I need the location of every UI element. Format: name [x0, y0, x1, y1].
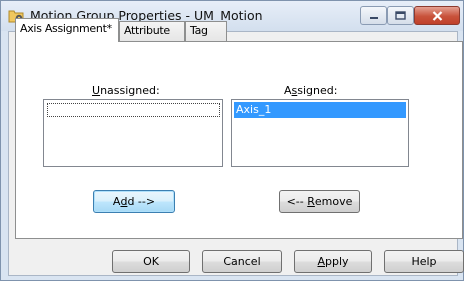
dialog-window: Motion Group Properties - UM_Motion Axis… [0, 0, 464, 281]
add-button[interactable]: Add --> [93, 190, 175, 213]
ok-button[interactable]: OK [112, 250, 190, 273]
unassigned-list[interactable] [43, 99, 223, 167]
list-item[interactable]: Axis_1 [234, 102, 406, 118]
tab-axis-assignment[interactable]: Axis Assignment* [15, 18, 119, 42]
close-button[interactable] [414, 6, 460, 25]
assigned-label: Assigned: [284, 84, 338, 97]
tab-tag[interactable]: Tag [185, 21, 227, 41]
cancel-button[interactable]: Cancel [202, 250, 282, 273]
minimize-icon [369, 12, 379, 20]
assigned-list[interactable]: Axis_1 [231, 99, 409, 167]
focus-indicator [47, 103, 220, 117]
unassigned-label: Unassigned: [92, 84, 160, 97]
maximize-icon [395, 11, 406, 20]
close-icon [432, 10, 443, 21]
minimize-button[interactable] [360, 6, 387, 25]
apply-button[interactable]: Apply [294, 250, 372, 273]
maximize-button[interactable] [387, 6, 414, 25]
tab-attribute[interactable]: Attribute [119, 21, 185, 41]
remove-button[interactable]: <-- Remove [279, 190, 360, 213]
help-button[interactable]: Help [384, 250, 464, 273]
